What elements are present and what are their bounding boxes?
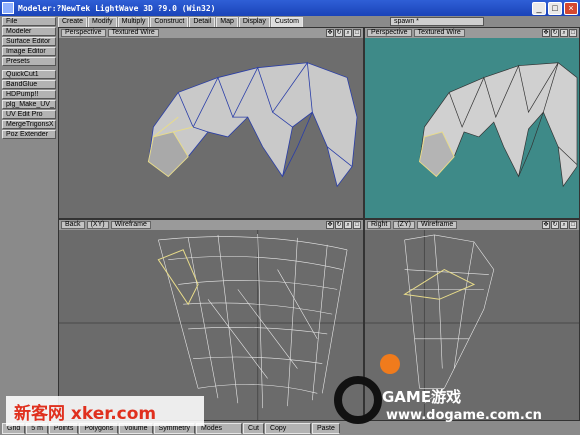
viewport-header: Right (ZY) Wireframe ✥ ↻ ⌕ □ <box>365 220 579 230</box>
sidebar: File Modeler Surface Editor Image Editor… <box>0 16 58 421</box>
minimize-icon[interactable]: _ <box>532 1 546 15</box>
watermark-game: GAME游戏 <box>382 388 462 406</box>
lightwave-app-icon <box>2 2 14 14</box>
axis-label: (XY) <box>86 221 109 229</box>
viewport-top-left[interactable]: Perspective Textured Wire ✥ ↻ ⌕ □ <box>58 27 364 219</box>
tab-map[interactable]: Map <box>216 17 238 27</box>
render-mode-select[interactable]: Wireframe <box>110 221 151 229</box>
sidebar-file-menu[interactable]: File <box>2 17 56 26</box>
view-type-select[interactable]: Right <box>367 221 392 229</box>
rotate-view-icon[interactable]: ↻ <box>335 29 343 37</box>
sidebar-plugin-make-uv[interactable]: plg_Make_UV_ <box>2 100 56 109</box>
render-mode-select[interactable]: Textured Wire <box>107 29 159 37</box>
sidebar-plugin-hdpump[interactable]: HDPump!! <box>2 90 56 99</box>
maximize-view-icon[interactable]: □ <box>569 29 577 37</box>
watermark-url: www.dogame.com.cn <box>386 408 542 423</box>
move-view-icon[interactable]: ✥ <box>326 29 334 37</box>
viewport-header: Perspective Textured Wire ✥ ↻ ⌕ □ <box>365 28 579 38</box>
tab-custom[interactable]: Custom <box>270 17 303 27</box>
copy-button[interactable]: Copy <box>264 422 311 434</box>
maximize-view-icon[interactable]: □ <box>353 221 361 229</box>
move-view-icon[interactable]: ✥ <box>542 29 550 37</box>
move-view-icon[interactable]: ✥ <box>326 221 334 229</box>
viewport-header: Perspective Textured Wire ✥ ↻ ⌕ □ <box>59 28 363 38</box>
watermark-xker: 新客网 xker.com <box>6 396 204 426</box>
watermark-xker-text: 新客网 xker.com <box>14 403 157 424</box>
view-type-select[interactable]: Back <box>61 221 85 229</box>
view-type-select[interactable]: Perspective <box>61 29 106 37</box>
cut-button[interactable]: Cut <box>243 422 264 434</box>
close-icon[interactable]: × <box>564 1 578 15</box>
claw-model-shaded <box>59 38 363 218</box>
rotate-view-icon[interactable]: ↻ <box>551 29 559 37</box>
zoom-view-icon[interactable]: ⌕ <box>560 221 568 229</box>
sidebar-surface-editor[interactable]: Surface Editor <box>2 37 56 46</box>
tab-construct[interactable]: Construct <box>150 17 189 27</box>
tab-display[interactable]: Display <box>238 17 270 27</box>
viewport-header: Back (XY) Wireframe ✥ ↻ ⌕ □ <box>59 220 363 230</box>
sidebar-plugin-poz-extender[interactable]: Poz Extender <box>2 130 56 139</box>
wireframe-canvas[interactable] <box>59 230 363 420</box>
claw-model-shaded <box>365 38 579 218</box>
sidebar-plugin-mergetrigons[interactable]: MergeTrigonsX <box>2 120 56 129</box>
sidebar-plugin-quickcut[interactable]: QuickCut1 <box>2 70 56 79</box>
sidebar-plugin-uv-edit-pro[interactable]: UV Edit Pro <box>2 110 56 119</box>
rotate-view-icon[interactable]: ↻ <box>335 221 343 229</box>
viewport-top-right[interactable]: Perspective Textured Wire ✥ ↻ ⌕ □ <box>364 27 580 219</box>
perspective-canvas[interactable] <box>365 38 579 218</box>
zoom-view-icon[interactable]: ⌕ <box>344 221 352 229</box>
viewport-bottom-left[interactable]: Back (XY) Wireframe ✥ ↻ ⌕ □ <box>58 219 364 421</box>
axis-label: (ZY) <box>393 221 415 229</box>
tab-detail[interactable]: Detail <box>189 17 216 27</box>
window-title: Modeler:?NewTek LightWave 3D ?9.0 (Win32… <box>18 3 216 13</box>
rotate-view-icon[interactable]: ↻ <box>551 221 559 229</box>
tab-bar: Create Modify Multiply Construct Detail … <box>58 16 364 27</box>
maximize-icon[interactable]: □ <box>548 1 562 15</box>
sidebar-plugin-bandglue[interactable]: BandGlue <box>2 80 56 89</box>
perspective-canvas[interactable] <box>59 38 363 218</box>
zoom-view-icon[interactable]: ⌕ <box>344 29 352 37</box>
sidebar-image-editor[interactable]: Image Editor <box>2 47 56 56</box>
layer-select[interactable]: spawn * <box>390 17 484 26</box>
render-mode-select[interactable]: Wireframe <box>416 221 458 229</box>
tab-modify[interactable]: Modify <box>88 17 117 27</box>
maximize-view-icon[interactable]: □ <box>569 221 577 229</box>
zoom-view-icon[interactable]: ⌕ <box>560 29 568 37</box>
tab-create[interactable]: Create <box>58 17 88 27</box>
title-bar: Modeler:?NewTek LightWave 3D ?9.0 (Win32… <box>0 0 580 16</box>
view-type-select[interactable]: Perspective <box>367 29 412 37</box>
render-mode-select[interactable]: Textured Wire <box>413 29 465 37</box>
sidebar-presets[interactable]: Presets <box>2 57 56 66</box>
claw-model-wireframe <box>59 230 363 420</box>
maximize-view-icon[interactable]: □ <box>353 29 361 37</box>
move-view-icon[interactable]: ✥ <box>542 221 550 229</box>
sidebar-modeler-menu[interactable]: Modeler <box>2 27 56 36</box>
layer-bar: spawn * <box>364 16 580 27</box>
tab-multiply[interactable]: Multiply <box>117 17 150 27</box>
